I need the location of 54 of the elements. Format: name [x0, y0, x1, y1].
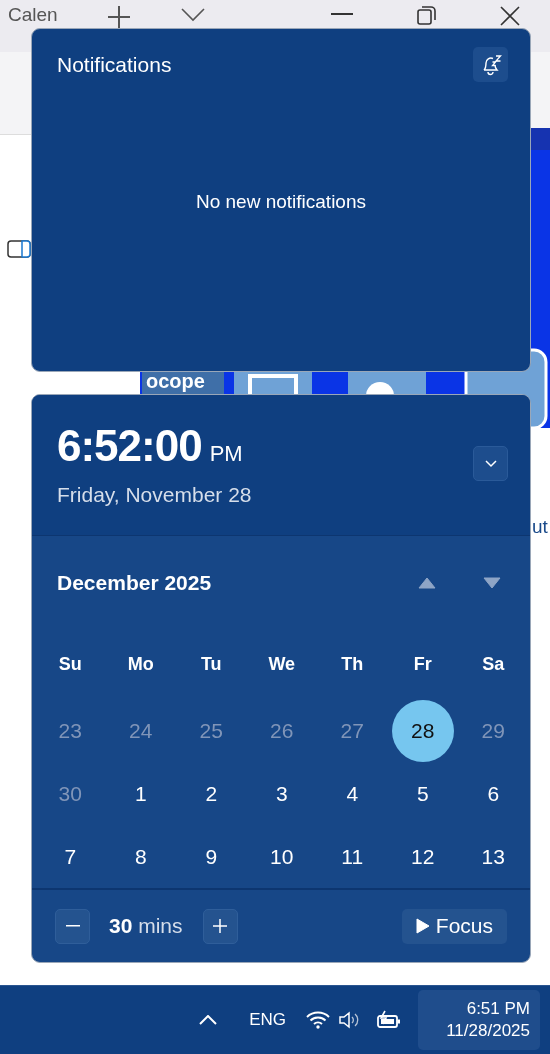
decrease-button[interactable]: [55, 908, 90, 944]
collapse-button[interactable]: [473, 446, 508, 481]
focus-button[interactable]: Focus: [401, 908, 507, 944]
weekday-label: Fr: [412, 653, 433, 676]
clock-meridiem: PM: [209, 441, 243, 466]
taskbar-date: 11/28/2025: [446, 1020, 530, 1042]
plus-icon: [212, 918, 229, 934]
panel-icon[interactable]: [7, 240, 31, 258]
triangle-up-icon: [418, 577, 436, 589]
calendar-day[interactable]: 3: [250, 762, 313, 825]
empty-message: No new notifications: [195, 190, 366, 213]
weekday-label: Tu: [199, 653, 223, 676]
clock-time: 6:52:00: [57, 421, 202, 470]
clock-date: Friday, November 28: [57, 483, 252, 507]
calendar-day[interactable]: 13: [462, 825, 525, 888]
taskbar-time: 6:51 PM: [466, 998, 530, 1020]
restore-icon[interactable]: [417, 6, 436, 25]
weekday-label: Sa: [481, 653, 506, 676]
calendar-day[interactable]: 1: [109, 762, 172, 825]
chevron-down-icon: [484, 459, 497, 468]
increase-button[interactable]: [202, 908, 238, 944]
taskbar-clock[interactable]: 6:51 PM 11/28/2025: [418, 990, 540, 1050]
weekday-label: Mo: [126, 653, 155, 676]
calendar-day[interactable]: 6: [462, 762, 525, 825]
calendar-day[interactable]: 12: [391, 825, 454, 888]
snooze-button[interactable]: [473, 47, 508, 82]
calendar-day[interactable]: 2: [180, 762, 243, 825]
focus-duration: 30 mins: [109, 914, 183, 938]
background-text: ocope: [146, 370, 205, 393]
calendar-day[interactable]: 28: [391, 699, 454, 762]
month-title: December 2025: [57, 571, 213, 595]
calendar-day[interactable]: 11: [321, 825, 384, 888]
panel-title: Notifications: [57, 52, 172, 77]
wifi-icon[interactable]: [306, 1011, 330, 1029]
tab-title[interactable]: Calen: [8, 4, 58, 26]
weekday-label: We: [267, 653, 297, 676]
close-icon[interactable]: [500, 6, 520, 26]
calendar-day[interactable]: 5: [391, 762, 454, 825]
battery-charging-icon[interactable]: [376, 1010, 402, 1030]
minus-icon: [65, 925, 80, 927]
triangle-down-icon: [483, 577, 501, 589]
play-icon: [415, 918, 430, 934]
weekday-label: Th: [340, 653, 365, 676]
calendar-day[interactable]: 7: [39, 825, 102, 888]
background-text: ut: [532, 516, 548, 538]
calendar-day[interactable]: 9: [180, 825, 243, 888]
calendar-day[interactable]: 8: [109, 825, 172, 888]
weekday-label: Su: [57, 653, 83, 676]
calendar-day[interactable]: 4: [321, 762, 384, 825]
language-indicator[interactable]: ENG: [249, 1010, 286, 1030]
chevron-down-icon[interactable]: [181, 8, 205, 22]
plus-icon[interactable]: [107, 5, 131, 29]
calendar-day[interactable]: 10: [250, 825, 313, 888]
chevron-up-icon[interactable]: [199, 1015, 218, 1025]
